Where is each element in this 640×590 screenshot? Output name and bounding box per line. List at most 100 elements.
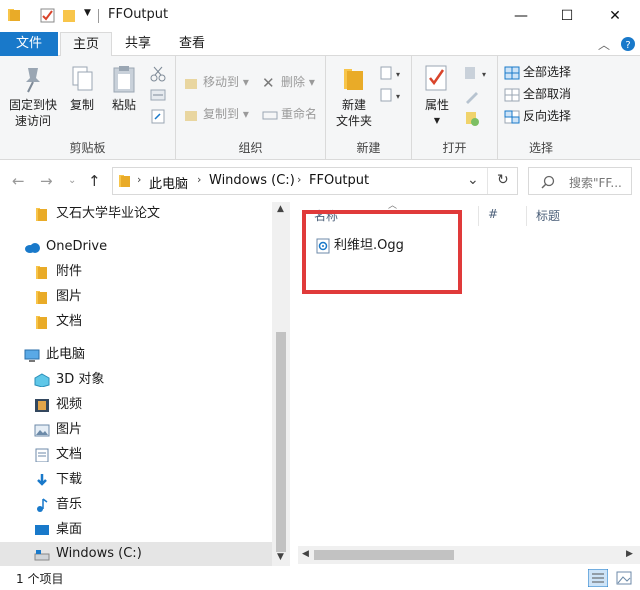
tab-view[interactable]: 查看 <box>166 32 218 56</box>
new-folder-icon[interactable] <box>62 8 76 24</box>
address-bar[interactable]: › 此电脑 › Windows (C:) › FFOutput ⌄ ↻ <box>112 167 518 195</box>
folder-icon <box>36 290 47 304</box>
nav-item-music[interactable]: 音乐 <box>34 493 82 517</box>
edit-icon[interactable] <box>464 88 480 104</box>
invert-selection-icon <box>504 110 520 123</box>
organize-group-label: 组织 <box>238 141 263 155</box>
column-separator[interactable] <box>526 206 527 226</box>
nav-item-label: 附件 <box>56 264 83 279</box>
nav-item-documents[interactable]: 文档 <box>34 443 82 467</box>
search-input[interactable]: 搜索"FF... <box>528 167 632 195</box>
new-group: 新建 文件夹 ▾ ▾ 新建 <box>326 56 412 160</box>
help-icon[interactable]: ? <box>620 36 636 52</box>
address-history-dropdown-icon[interactable]: ⌄ <box>467 172 479 188</box>
new-item-icon[interactable]: ▾ <box>380 66 402 82</box>
desktop-icon <box>35 524 49 535</box>
copy-button[interactable]: 复制 <box>64 64 100 113</box>
nav-item-this-pc[interactable]: 此电脑 <box>24 343 85 367</box>
properties-check-icon[interactable] <box>40 8 56 24</box>
nav-item-label: 图片 <box>56 289 83 304</box>
details-view-icon[interactable] <box>588 569 608 587</box>
paste-label: 粘贴 <box>111 98 136 112</box>
tab-home[interactable]: 主页 <box>60 32 112 57</box>
back-arrow-icon[interactable]: ← <box>12 172 25 190</box>
copy-path-icon[interactable] <box>150 88 166 102</box>
rename-button[interactable]: 重命名 <box>262 104 317 124</box>
file-row[interactable]: 利维坦.Ogg <box>316 236 404 256</box>
breadcrumb-chevron-icon[interactable]: › <box>137 173 141 186</box>
invert-selection-button[interactable]: 反向选择 <box>504 106 571 126</box>
refresh-icon[interactable]: ↻ <box>497 172 509 188</box>
collapse-ribbon-icon[interactable]: ︿ <box>598 36 610 53</box>
breadcrumb-chevron-icon[interactable]: › <box>297 173 301 186</box>
forward-arrow-icon[interactable]: → <box>40 172 53 190</box>
column-separator[interactable] <box>478 206 479 226</box>
new-folder-label-line2: 文件夹 <box>335 114 372 128</box>
easy-access-icon[interactable]: ▾ <box>380 88 402 104</box>
nav-item-onedrive-documents[interactable]: 文档 <box>34 310 82 334</box>
history-icon[interactable] <box>464 110 480 128</box>
delete-button[interactable]: ✕ 删除 ▾ <box>262 72 315 92</box>
properties-button[interactable]: 属性 ▼ <box>420 64 454 129</box>
folder-icon <box>36 265 47 279</box>
nav-item-onedrive-pictures[interactable]: 图片 <box>34 285 82 309</box>
open-icon[interactable]: ▾ <box>464 66 492 82</box>
copy-to-label: 复制到 <box>203 107 240 121</box>
nav-scrollbar-thumb[interactable] <box>276 332 286 552</box>
maximize-button[interactable]: ☐ <box>544 0 590 32</box>
large-icons-view-icon[interactable] <box>614 569 634 587</box>
breadcrumb-ffoutput[interactable]: FFOutput <box>309 173 369 188</box>
breadcrumb-this-pc[interactable]: 此电脑 <box>149 173 188 192</box>
close-button[interactable]: ✕ <box>592 0 638 32</box>
scroll-down-icon[interactable]: ▼ <box>277 552 284 562</box>
nav-item-label: 文档 <box>56 314 83 329</box>
nav-item-windows-c[interactable]: Windows (C:) <box>34 542 142 566</box>
breadcrumb-windows-c[interactable]: Windows (C:) <box>209 173 295 188</box>
invert-selection-label: 反向选择 <box>523 109 572 123</box>
paste-shortcut-icon[interactable] <box>150 108 166 124</box>
title-separator <box>98 9 99 23</box>
column-header-title[interactable]: 标题 <box>536 207 560 224</box>
cut-icon[interactable] <box>150 66 166 82</box>
breadcrumb-chevron-icon[interactable]: › <box>197 173 201 186</box>
scroll-right-icon[interactable]: ▶ <box>626 549 633 559</box>
new-folder-button[interactable]: 新建 文件夹 <box>332 64 376 129</box>
nav-item-pictures[interactable]: 图片 <box>34 418 82 442</box>
pin-quick-access-button[interactable]: 固定到快 速访问 <box>4 64 62 129</box>
tab-share[interactable]: 共享 <box>114 32 162 56</box>
copy-to-button[interactable]: 复制到 ▾ <box>184 104 249 124</box>
music-icon <box>37 497 48 512</box>
search-icon <box>541 175 555 189</box>
move-to-button[interactable]: 移动到 ▾ <box>184 72 249 92</box>
select-all-button[interactable]: 全部选择 <box>504 62 571 82</box>
nav-item-desktop[interactable]: 桌面 <box>34 518 82 542</box>
paste-button[interactable]: 粘贴 <box>106 64 142 113</box>
horizontal-scrollbar-thumb[interactable] <box>314 550 454 560</box>
recent-locations-icon[interactable]: ⌄ <box>68 175 76 186</box>
minimize-button[interactable]: — <box>498 0 544 32</box>
new-group-label: 新建 <box>356 141 381 155</box>
nav-item-onedrive[interactable]: OneDrive <box>24 235 107 259</box>
nav-item-3d-objects[interactable]: 3D 对象 <box>34 368 104 392</box>
nav-item-downloads[interactable]: 下载 <box>34 468 82 492</box>
copy-to-icon <box>185 110 197 121</box>
select-group-label: 选择 <box>528 141 553 155</box>
move-to-label: 移动到 <box>203 75 240 89</box>
scroll-left-icon[interactable]: ◀ <box>302 549 309 559</box>
select-none-icon <box>504 88 520 101</box>
tab-file[interactable]: 文件 <box>0 32 58 56</box>
pin-label-line2: 速访问 <box>14 114 51 128</box>
up-arrow-icon[interactable]: ↑ <box>88 172 101 190</box>
pictures-icon <box>34 424 50 436</box>
select-none-button[interactable]: 全部取消 <box>504 84 571 104</box>
nav-item-thesis-folder[interactable]: 又石大学毕业论文 <box>34 202 160 226</box>
nav-item-attachments[interactable]: 附件 <box>34 260 82 284</box>
customize-toolbar-icon[interactable]: ▼ <box>84 8 91 18</box>
video-icon <box>35 398 49 412</box>
folder-icon <box>8 9 20 21</box>
ribbon-tabs: 文件 主页 共享 查看 ︿ ? <box>0 32 640 57</box>
select-none-label: 全部取消 <box>523 87 572 101</box>
nav-item-videos[interactable]: 视频 <box>34 393 82 417</box>
scroll-up-icon[interactable]: ▲ <box>277 204 284 214</box>
column-header-number[interactable]: # <box>488 207 498 221</box>
